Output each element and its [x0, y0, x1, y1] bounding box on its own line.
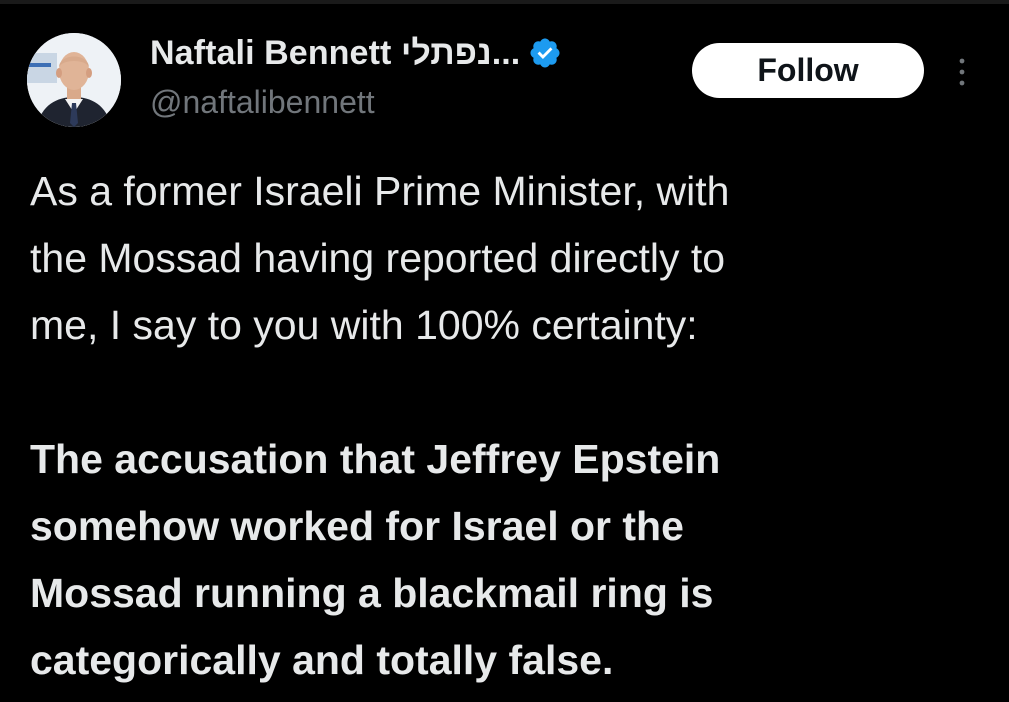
follow-button[interactable]: Follow	[692, 43, 924, 98]
author-handle[interactable]: @naftalibennett	[150, 84, 375, 121]
top-divider	[0, 0, 1009, 4]
author-display-name[interactable]: Naftali Bennett נפתלי...	[150, 34, 520, 73]
tweet-paragraph-1: As a former Israeli Prime Minister, with…	[30, 158, 990, 359]
tweet-paragraph-2: The accusation that Jeffrey Epstein some…	[30, 426, 990, 694]
tweet-card: Naftali Bennett נפתלי... @naftalibennett…	[0, 0, 1009, 702]
avatar[interactable]	[27, 33, 121, 127]
verified-badge-icon[interactable]	[528, 36, 562, 70]
tweet-line: me, I say to you with 100% certainty:	[30, 302, 698, 348]
tweet-line: categorically and totally false.	[30, 637, 614, 683]
author-name-row[interactable]: Naftali Bennett נפתלי...	[150, 30, 562, 76]
tweet-line: the Mossad having reported directly to	[30, 235, 726, 281]
tweet-line: As a former Israeli Prime Minister, with	[30, 168, 730, 214]
profile-photo-icon	[27, 33, 121, 127]
tweet-line: somehow worked for Israel or the	[30, 503, 684, 549]
tweet-line: Mossad running a blackmail ring is	[30, 570, 714, 616]
tweet-body: As a former Israeli Prime Minister, with…	[30, 158, 990, 694]
tweet-line: The accusation that Jeffrey Epstein	[30, 436, 721, 482]
more-options-icon[interactable]	[952, 55, 972, 89]
